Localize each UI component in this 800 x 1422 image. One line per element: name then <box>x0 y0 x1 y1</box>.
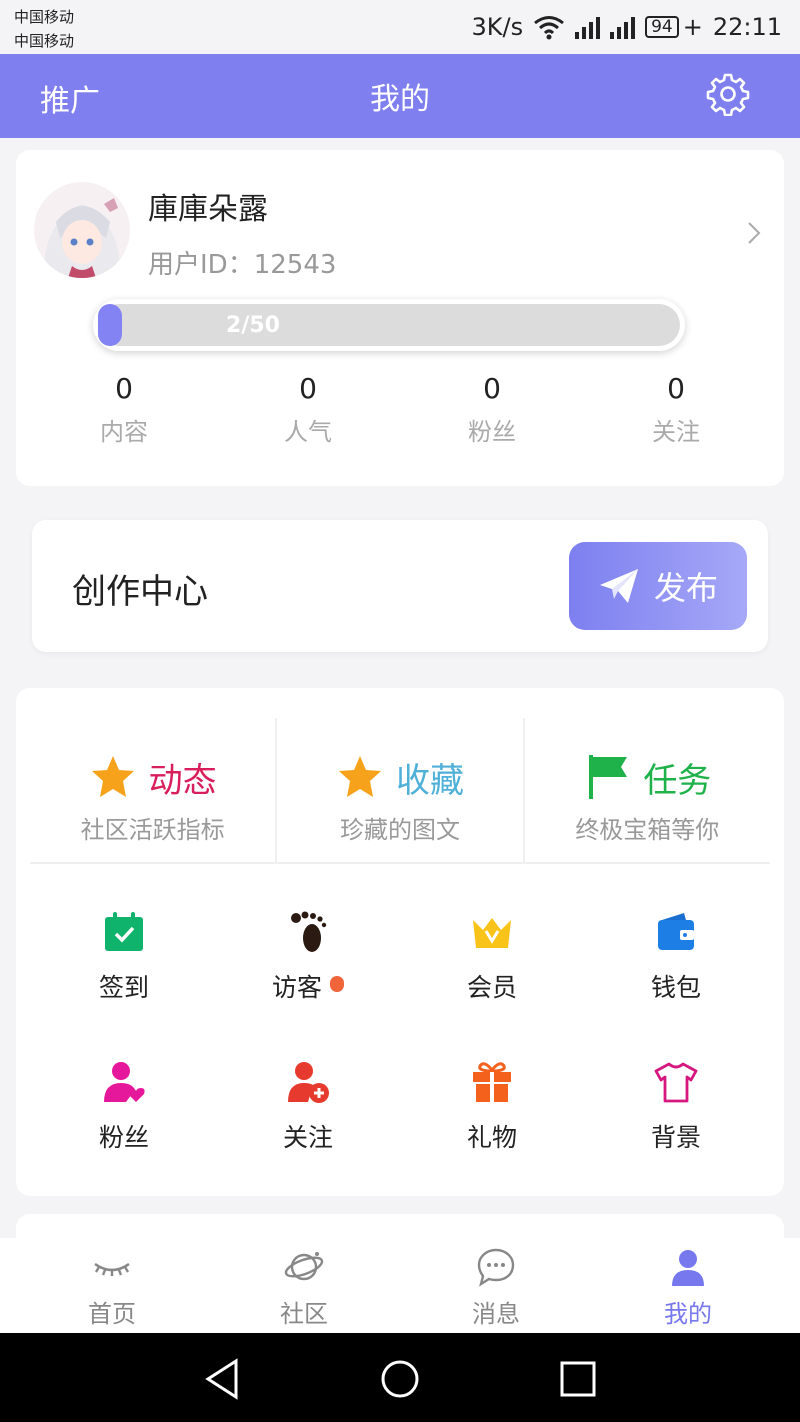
stat-following[interactable]: 0 关注 <box>584 372 768 447</box>
status-bar: 中国移动 中国移动 3K/s 94 + 22:11 <box>0 0 800 54</box>
network-speed: 3K/s <box>471 13 524 41</box>
grid-visitors[interactable]: 访客 <box>216 910 400 1004</box>
nav-me[interactable]: 我的 <box>592 1238 784 1333</box>
bottom-nav: 首页 社区 消息 我的 <box>0 1238 800 1333</box>
feature-dynamics[interactable]: 动态 社区活跃指标 <box>30 718 278 862</box>
grid-background[interactable]: 背景 <box>584 1060 768 1154</box>
stat-value: 0 <box>115 372 133 405</box>
recents-icon[interactable] <box>556 1357 600 1401</box>
star-icon <box>91 756 134 797</box>
tshirt-icon <box>654 1062 698 1103</box>
carrier-label-2: 中国移动 <box>14 32 75 50</box>
feature-tasks[interactable]: 任务 终极宝箱等你 <box>525 718 770 862</box>
stat-label: 内容 <box>100 418 148 446</box>
signal-icon-2 <box>610 15 636 39</box>
grid-label: 礼物 <box>466 1123 517 1152</box>
back-icon[interactable] <box>200 1357 244 1401</box>
wallet-icon <box>658 913 694 950</box>
grid-label: 钱包 <box>650 973 701 1002</box>
charging-icon: + <box>682 13 703 41</box>
user-add-icon <box>288 1062 329 1103</box>
eye-closed-icon <box>94 1262 130 1276</box>
crown-icon <box>473 918 511 948</box>
grid-label: 粉丝 <box>98 1123 149 1152</box>
carrier-label: 中国移动 <box>14 8 75 26</box>
feature-favorites[interactable]: 收藏 珍藏的图文 <box>277 718 525 862</box>
grid-wallet[interactable]: 钱包 <box>584 910 768 1004</box>
nav-label: 首页 <box>88 1300 136 1328</box>
gear-icon[interactable] <box>706 72 750 116</box>
paper-plane-icon <box>599 569 638 603</box>
stat-label: 关注 <box>652 418 700 446</box>
status-indicators: 3K/s 94 + 22:11 <box>471 10 782 44</box>
flag-icon <box>589 755 628 799</box>
page-title: 我的 <box>370 82 430 117</box>
grid-follow[interactable]: 关注 <box>216 1060 400 1154</box>
grid-fans[interactable]: 粉丝 <box>32 1060 216 1154</box>
profile-card[interactable]: 庫庫朵露 用户ID：12543 2/50 0 内容 0 人气 0 粉丝 0 关注 <box>16 150 784 486</box>
clock: 22:11 <box>712 13 782 41</box>
gift-icon <box>473 1062 511 1102</box>
stat-label: 人气 <box>284 418 332 446</box>
wifi-icon <box>534 16 565 40</box>
grid-checkin[interactable]: 签到 <box>32 910 216 1004</box>
feature-title: 任务 <box>643 760 712 801</box>
function-grid: 签到 访客 会员 钱包 粉丝 关注 礼物 背景 <box>32 910 768 1154</box>
planet-icon <box>284 1252 324 1281</box>
nav-label: 我的 <box>664 1300 712 1328</box>
system-nav-bar <box>0 1333 800 1422</box>
nav-label: 消息 <box>472 1300 520 1328</box>
nav-home[interactable]: 首页 <box>16 1238 208 1333</box>
publish-label: 发布 <box>653 569 718 607</box>
publish-button[interactable]: 发布 <box>569 542 747 630</box>
stat-content[interactable]: 0 内容 <box>32 372 216 447</box>
stats-row: 0 内容 0 人气 0 粉丝 0 关注 <box>16 372 784 447</box>
grid-membership[interactable]: 会员 <box>400 910 584 1004</box>
progress-text: 2/50 <box>226 313 280 338</box>
user-id: 用户ID：12543 <box>148 250 337 280</box>
feature-subtitle: 社区活跃指标 <box>80 816 225 844</box>
nav-label: 社区 <box>280 1300 328 1328</box>
features-card: 动态 社区活跃指标 收藏 珍藏的图文 任务 终极宝箱等你 签到 访客 会员 钱包… <box>16 688 784 1196</box>
chat-icon <box>477 1248 515 1287</box>
grid-label: 签到 <box>98 973 149 1002</box>
feature-row: 动态 社区活跃指标 收藏 珍藏的图文 任务 终极宝箱等你 <box>30 718 770 864</box>
level-progress-bar: 2/50 <box>98 304 680 346</box>
stat-value: 0 <box>667 372 685 405</box>
grid-label: 会员 <box>466 973 517 1002</box>
nav-messages[interactable]: 消息 <box>400 1238 592 1333</box>
avatar[interactable] <box>34 182 130 278</box>
app-header: 推广 我的 <box>0 54 800 138</box>
feature-title: 动态 <box>148 760 217 801</box>
battery-indicator: 94 + <box>645 13 703 41</box>
grid-label: 背景 <box>650 1123 701 1152</box>
calendar-check-icon <box>105 912 143 951</box>
footprint-icon <box>291 911 327 952</box>
creator-center-title: 创作中心 <box>72 572 208 612</box>
user-heart-icon <box>104 1062 145 1102</box>
star-icon <box>338 756 381 797</box>
chevron-right-icon[interactable] <box>746 220 762 246</box>
creator-center-card: 创作中心 发布 <box>32 520 768 652</box>
grid-label: 访客 <box>271 973 322 1002</box>
stat-value: 0 <box>299 372 317 405</box>
feature-title: 收藏 <box>395 760 464 801</box>
stat-popularity[interactable]: 0 人气 <box>216 372 400 447</box>
home-circle-icon[interactable] <box>378 1357 422 1401</box>
stat-fans[interactable]: 0 粉丝 <box>400 372 584 447</box>
signal-icon <box>575 15 601 39</box>
feature-subtitle: 珍藏的图文 <box>339 816 460 844</box>
stat-value: 0 <box>483 372 501 405</box>
grid-label: 关注 <box>282 1123 333 1152</box>
stat-label: 粉丝 <box>468 418 516 446</box>
notification-dot <box>330 976 344 992</box>
user-icon <box>672 1250 704 1286</box>
username: 庫庫朵露 <box>148 192 268 227</box>
nav-community[interactable]: 社区 <box>208 1238 400 1333</box>
grid-gifts[interactable]: 礼物 <box>400 1060 584 1154</box>
battery-level: 94 <box>645 16 679 38</box>
feature-subtitle: 终极宝箱等你 <box>575 816 720 844</box>
